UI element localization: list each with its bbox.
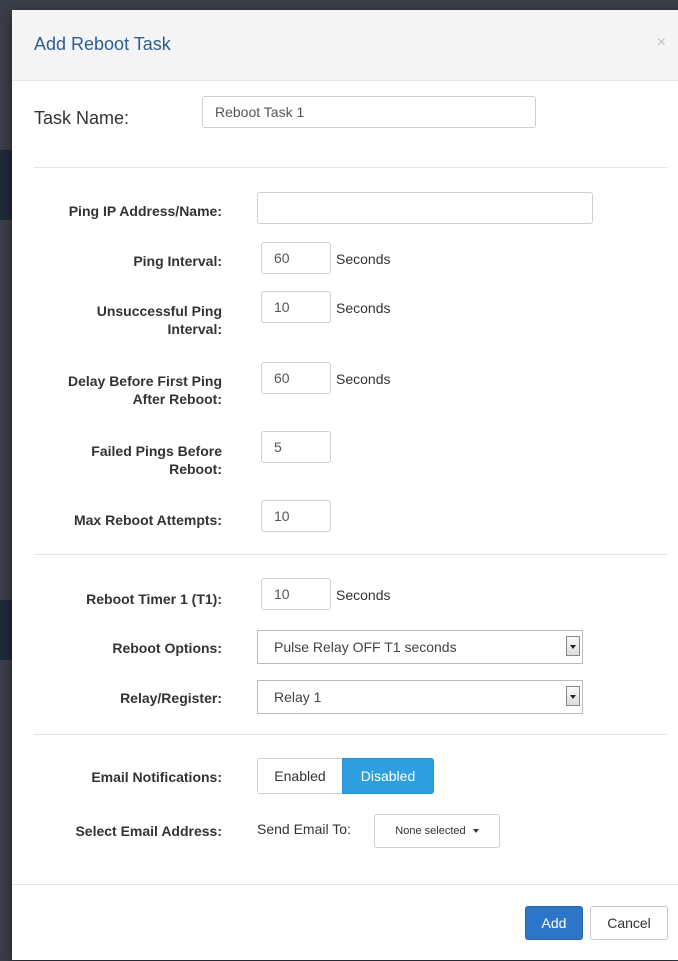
- reboot-options-value: Pulse Relay OFF T1 seconds: [274, 639, 457, 655]
- reboot-timer-input[interactable]: [261, 578, 331, 610]
- add-reboot-task-dialog: Add Reboot Task × Task Name: Ping IP Add…: [12, 10, 678, 960]
- task-name-label: Task Name:: [34, 108, 130, 128]
- delay-first-ping-label: Delay Before First Ping After Reboot:: [22, 372, 222, 408]
- cancel-button[interactable]: Cancel: [590, 906, 668, 940]
- relay-register-select[interactable]: Relay 1: [257, 680, 583, 714]
- max-reboot-attempts-label: Max Reboot Attempts:: [73, 512, 222, 528]
- reboot-timer-unit: Seconds: [336, 587, 391, 603]
- backdrop-strip: [0, 150, 12, 220]
- dropdown-arrow-icon[interactable]: [566, 686, 580, 706]
- footer-divider: [12, 884, 678, 885]
- delay-first-ping-label-line2: After Reboot:: [132, 391, 222, 407]
- ping-ip-input[interactable]: [257, 192, 593, 224]
- failed-pings-input[interactable]: [261, 431, 331, 463]
- email-disabled-button[interactable]: Disabled: [342, 758, 434, 794]
- failed-pings-label-line2: Reboot:: [169, 461, 222, 477]
- divider: [34, 554, 668, 555]
- unsuccessful-ping-label-line2: Interval:: [167, 321, 222, 337]
- relay-register-value: Relay 1: [274, 689, 322, 705]
- unsuccessful-ping-label-line1: Unsuccessful Ping: [96, 303, 222, 319]
- modal-header: Add Reboot Task ×: [12, 10, 678, 81]
- modal-title: Add Reboot Task: [34, 34, 171, 54]
- failed-pings-label: Failed Pings Before Reboot:: [22, 442, 222, 478]
- reboot-options-label: Reboot Options:: [112, 640, 222, 656]
- failed-pings-label-line1: Failed Pings Before: [91, 443, 222, 459]
- close-icon[interactable]: ×: [657, 34, 666, 52]
- reboot-options-select[interactable]: Pulse Relay OFF T1 seconds: [257, 630, 583, 664]
- task-name-input[interactable]: [202, 96, 536, 128]
- delay-first-ping-input[interactable]: [261, 362, 331, 394]
- email-enabled-button[interactable]: Enabled: [257, 758, 343, 794]
- caret-down-icon: [472, 829, 479, 834]
- ping-interval-input[interactable]: [261, 242, 331, 274]
- send-email-to-label: Send Email To:: [257, 821, 351, 837]
- unsuccessful-ping-unit: Seconds: [336, 300, 391, 316]
- max-reboot-attempts-input[interactable]: [261, 500, 331, 532]
- email-dropdown-value: None selected: [395, 825, 466, 837]
- email-notifications-label: Email Notifications:: [91, 769, 222, 785]
- reboot-timer-label: Reboot Timer 1 (T1):: [86, 591, 222, 607]
- select-email-label: Select Email Address:: [75, 823, 222, 839]
- add-button[interactable]: Add: [525, 906, 583, 940]
- relay-register-label: Relay/Register:: [120, 690, 222, 706]
- ping-interval-unit: Seconds: [336, 251, 391, 267]
- backdrop-strip: [0, 600, 12, 660]
- email-recipient-dropdown[interactable]: None selected: [374, 814, 500, 848]
- dropdown-arrow-icon[interactable]: [566, 636, 580, 656]
- unsuccessful-ping-label: Unsuccessful Ping Interval:: [22, 302, 222, 338]
- ping-ip-label: Ping IP Address/Name:: [68, 203, 222, 219]
- delay-first-ping-unit: Seconds: [336, 371, 391, 387]
- unsuccessful-ping-input[interactable]: [261, 291, 331, 323]
- divider: [34, 167, 668, 168]
- ping-interval-label: Ping Interval:: [133, 253, 222, 269]
- divider: [34, 734, 668, 735]
- delay-first-ping-label-line1: Delay Before First Ping: [67, 373, 222, 389]
